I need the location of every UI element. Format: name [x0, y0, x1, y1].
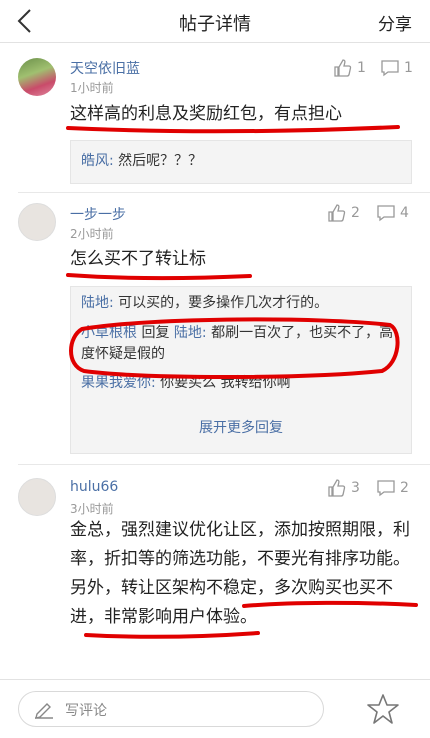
comment-bar: 写评论: [0, 679, 430, 738]
comment-icon: [377, 205, 395, 222]
comment-item: hulu66 3小时前 3 2 金总，强烈建议优化让区，添加按照期限，利率，折扣…: [0, 470, 430, 675]
thumbs-up-icon: [334, 59, 352, 77]
red-underline-annotation: [242, 600, 418, 608]
reply-item[interactable]: 皓风: 然后呢？？？: [81, 151, 403, 172]
red-underline-annotation: [66, 125, 400, 134]
username[interactable]: hulu66: [70, 479, 118, 495]
comment-icon: [381, 60, 399, 77]
username[interactable]: 天空依旧蓝: [70, 58, 140, 78]
like-count: 3: [351, 480, 360, 496]
comment-placeholder: 写评论: [65, 703, 107, 719]
username[interactable]: 一步一步: [70, 204, 126, 224]
reply-count: 2: [400, 480, 409, 496]
comment-text: 金总，强烈建议优化让区，添加按照期限，利率，折扣等的筛选功能，不要光有排序功能。…: [70, 520, 410, 627]
reply-count: 4: [400, 205, 409, 221]
timestamp: 1小时前: [70, 81, 114, 95]
comment-icon: [377, 480, 395, 497]
thumbs-up-icon: [328, 204, 346, 222]
avatar[interactable]: [18, 203, 56, 241]
timestamp: 2小时前: [70, 227, 114, 241]
reply-button[interactable]: 2: [376, 478, 409, 498]
reply-username[interactable]: 陆地:: [81, 295, 114, 311]
favorite-star-icon[interactable]: [366, 692, 400, 726]
thumbs-up-icon: [328, 479, 346, 497]
red-underline-annotation: [66, 273, 252, 281]
reply-item[interactable]: 陆地: 可以买的，要多操作几次才行的。: [81, 293, 403, 314]
reply-button[interactable]: 4: [376, 203, 409, 223]
divider: [18, 192, 430, 193]
avatar[interactable]: [18, 478, 56, 516]
reply-button[interactable]: 1: [380, 58, 413, 78]
red-circle-annotation: [69, 317, 400, 379]
replies-box: 皓风: 然后呢？？？: [70, 140, 412, 184]
reply-username[interactable]: 皓风:: [81, 153, 114, 169]
like-count: 1: [357, 60, 366, 76]
expand-more-replies-link[interactable]: 展开更多回复: [71, 417, 411, 437]
reply-text: 然后呢？？？: [118, 153, 203, 169]
comment-item: 天空依旧蓝 1小时前 1 1 这样高的利息及奖励红包，有点担心 皓风: 然后呢？…: [0, 50, 430, 190]
nav-bar: 帖子详情 分享: [0, 0, 430, 43]
page-title: 帖子详情: [179, 14, 251, 35]
comment-input[interactable]: 写评论: [18, 691, 324, 727]
reply-text: 可以买的，要多操作几次才行的。: [118, 295, 329, 311]
share-button[interactable]: 分享: [378, 10, 412, 35]
timestamp: 3小时前: [70, 502, 114, 516]
reply-count: 1: [404, 60, 413, 76]
avatar[interactable]: [18, 58, 56, 96]
comment-item: 一步一步 2小时前 2 4 怎么买不了转让标 陆地: 可以买的，要多操作几次才行…: [0, 195, 430, 460]
like-button[interactable]: 1: [333, 58, 366, 78]
red-underline-annotation: [84, 631, 260, 639]
pencil-icon: [35, 703, 53, 719]
like-button[interactable]: 2: [327, 203, 360, 223]
divider: [18, 464, 430, 465]
like-button[interactable]: 3: [327, 478, 360, 498]
like-count: 2: [351, 205, 360, 221]
